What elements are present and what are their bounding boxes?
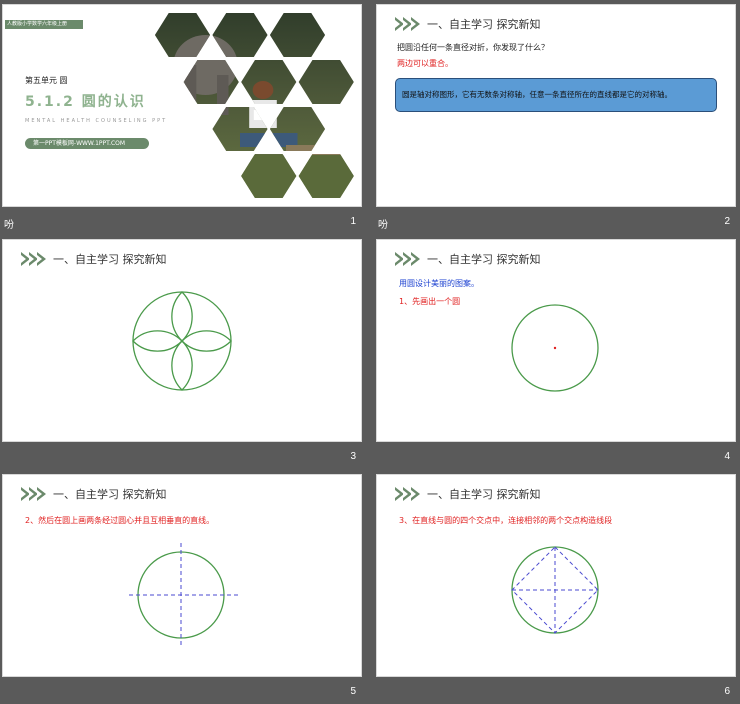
slide-thumbnail-4[interactable]: 一、自主学习 探究新知 用圆设计美丽的图案。 1、先画出一个圆 4 bbox=[376, 239, 738, 469]
lesson-title: 5.1.2 圆的认识 bbox=[25, 94, 146, 110]
slide-corner-mark: 吩 bbox=[4, 220, 14, 231]
slide-thumbnail-2[interactable]: 一、自主学习 探究新知 把圆沿任何一条直径对折，你发现了什么？ 两边可以重合。 … bbox=[376, 4, 738, 234]
slide-header: 一、自主学习 探究新知 bbox=[395, 16, 541, 32]
inscribed-square-drawing bbox=[511, 546, 599, 634]
definition-callout: 圆是轴对称图形，它有无数条对称轴，任意一条直径所在的直线都是它的对称轴。 bbox=[395, 78, 717, 112]
slide-canvas: 一、自主学习 探究新知 用圆设计美丽的图案。 1、先画出一个圆 bbox=[376, 239, 736, 442]
slide-number: 2 bbox=[724, 216, 730, 227]
slide-canvas: 一、自主学习 探究新知 2、然后在圆上画两条经过圆心并且互相垂直的直线。 bbox=[2, 474, 362, 677]
slide-number: 4 bbox=[724, 451, 730, 462]
section-title: 一、自主学习 探究新知 bbox=[427, 18, 541, 31]
perpendicular-diameters-drawing bbox=[129, 543, 239, 647]
link-text: 第一PPT模板网-WWW.1PPT.COM bbox=[33, 140, 126, 147]
slide-thumbnail-6[interactable]: 一、自主学习 探究新知 3、在直线与圆的四个交点中，连接相邻的两个交点构造线段 … bbox=[376, 474, 738, 704]
circle-drawing bbox=[511, 304, 599, 392]
slide-canvas: 人教版小学数学六年级上册 第五单元 圆 5.1.2 圆的认识 MENTAL HE… bbox=[2, 4, 362, 207]
flower-circle-pattern bbox=[132, 291, 232, 391]
slide-number: 6 bbox=[724, 686, 730, 697]
hexagon-photo-collage bbox=[154, 13, 354, 198]
slide-canvas: 一、自主学习 探究新知 把圆沿任何一条直径对折，你发现了什么？ 两边可以重合。 … bbox=[376, 4, 736, 207]
chevron-arrows-icon bbox=[395, 17, 420, 31]
unit-label: 第五单元 圆 bbox=[25, 76, 68, 85]
slide-corner-mark: 吩 bbox=[378, 220, 388, 231]
question-text: 把圆沿任何一条直径对折，你发现了什么？ bbox=[397, 43, 549, 52]
slide-number: 1 bbox=[350, 216, 356, 227]
slide-thumbnail-3[interactable]: 一、自主学习 探究新知 3 bbox=[2, 239, 364, 469]
slide-number: 3 bbox=[350, 451, 356, 462]
slide-thumbnail-1[interactable]: 人教版小学数学六年级上册 第五单元 圆 5.1.2 圆的认识 MENTAL HE… bbox=[2, 4, 364, 234]
slide-thumbnail-5[interactable]: 一、自主学习 探究新知 2、然后在圆上画两条经过圆心并且互相垂直的直线。 5 bbox=[2, 474, 364, 704]
slide-number: 5 bbox=[350, 686, 356, 697]
slide-canvas: 一、自主学习 探究新知 bbox=[2, 239, 362, 442]
slide-canvas: 一、自主学习 探究新知 3、在直线与圆的四个交点中，连接相邻的两个交点构造线段 bbox=[376, 474, 736, 677]
badge-text: 人教版小学数学六年级上册 bbox=[7, 21, 68, 27]
answer-text: 两边可以重合。 bbox=[397, 59, 453, 68]
